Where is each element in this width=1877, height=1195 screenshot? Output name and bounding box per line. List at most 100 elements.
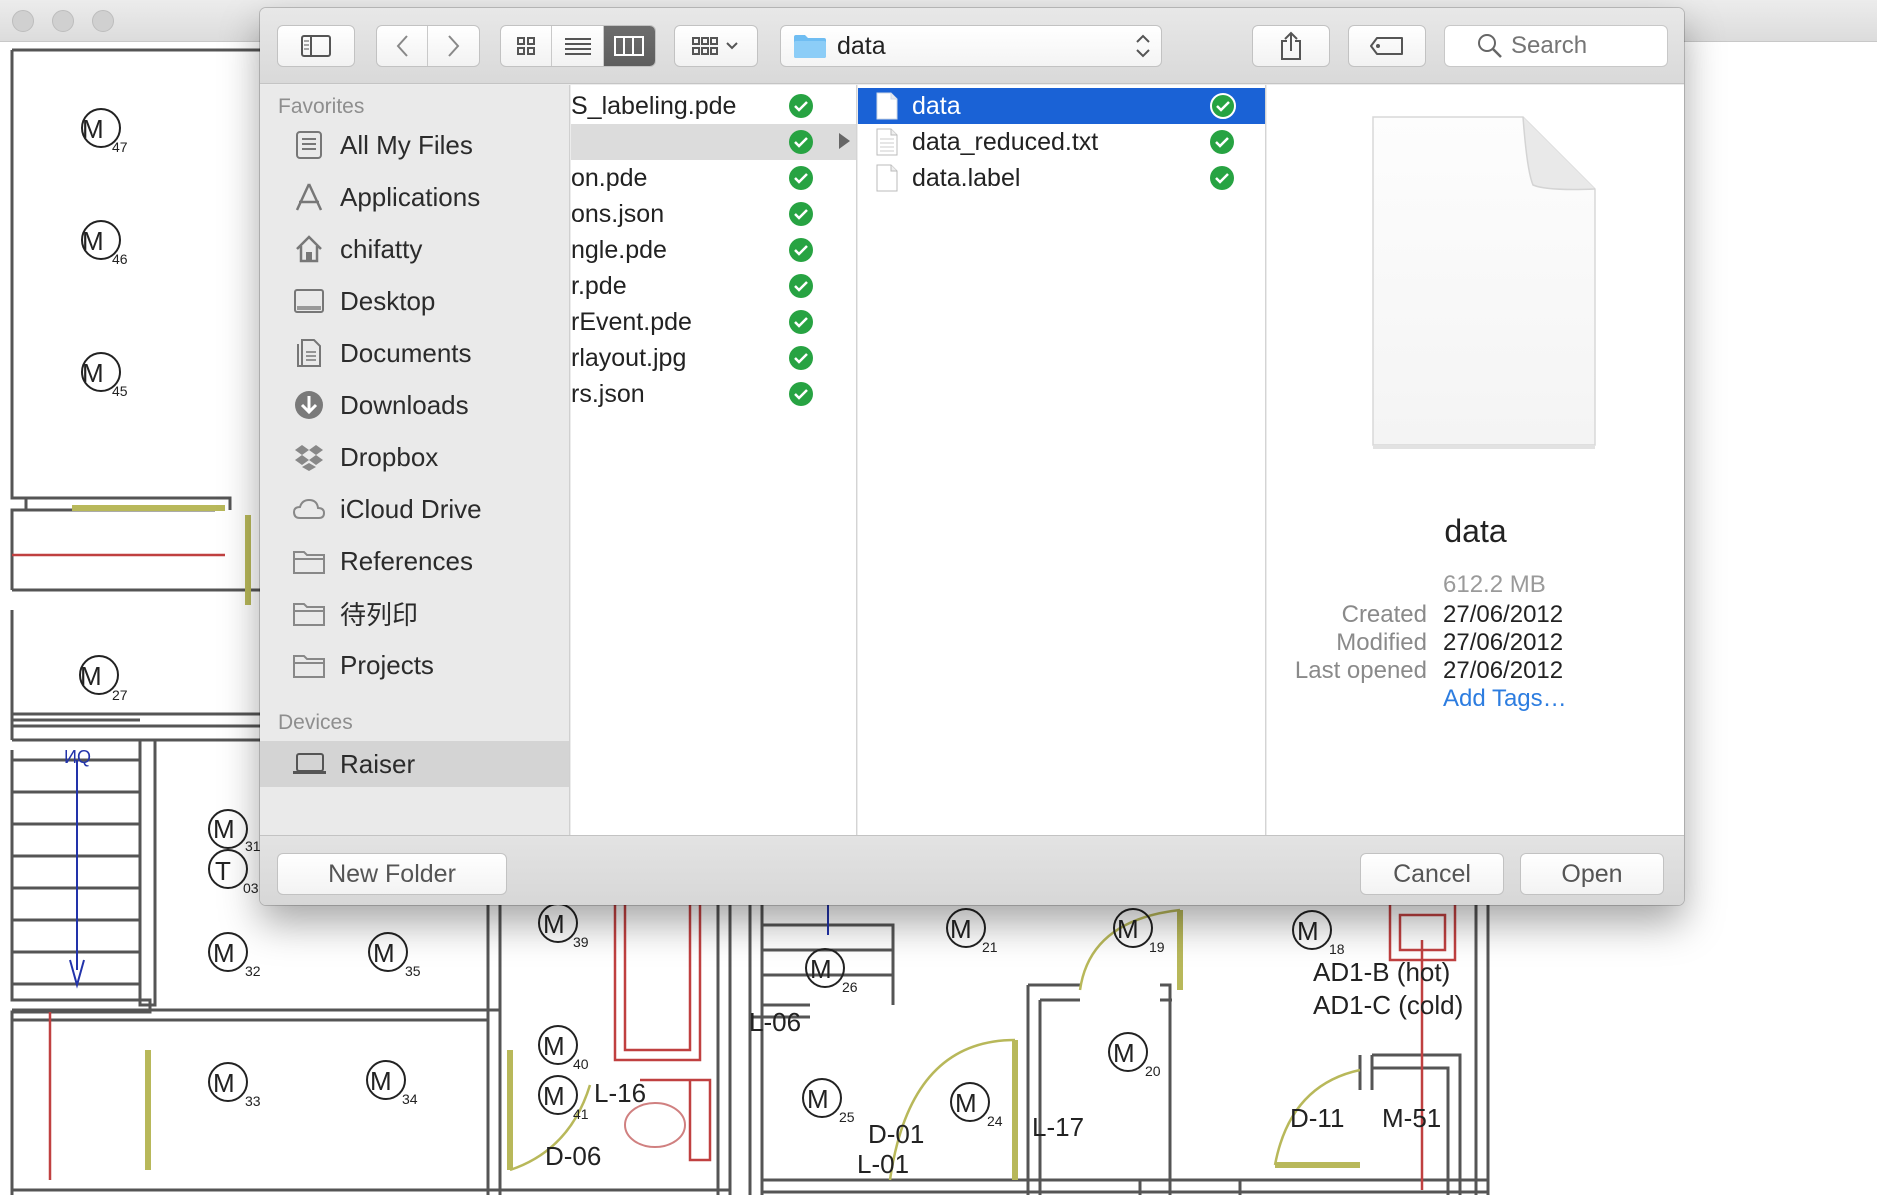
browser-column-parent: S_labeling.pde on.pde ons.json ngle.pde … bbox=[571, 85, 857, 835]
sidebar-item-desktop[interactable]: Desktop bbox=[260, 275, 569, 327]
back-forward-control bbox=[376, 25, 480, 67]
chevron-right-icon bbox=[447, 35, 459, 57]
sidebar-item-projects[interactable]: Projects bbox=[260, 639, 569, 691]
sync-check-icon bbox=[1210, 166, 1234, 190]
sidebar-item-all-my-files[interactable]: All My Files bbox=[260, 119, 569, 171]
svg-text:M: M bbox=[213, 1068, 235, 1098]
svg-text:26: 26 bbox=[842, 979, 858, 995]
svg-text:03: 03 bbox=[243, 880, 259, 896]
svg-text:M: M bbox=[1297, 916, 1319, 946]
svg-text:41: 41 bbox=[573, 1106, 589, 1122]
sidebar-item-label: Raiser bbox=[340, 748, 416, 779]
path-popup-button[interactable]: data bbox=[780, 25, 1162, 67]
svg-text:M: M bbox=[373, 938, 395, 968]
list-item[interactable]: rs.json bbox=[571, 376, 856, 412]
folder-icon bbox=[292, 544, 326, 578]
document-icon bbox=[876, 164, 898, 192]
list-item[interactable]: rlayout.jpg bbox=[571, 340, 856, 376]
search-input[interactable] bbox=[1511, 32, 1661, 60]
tag-icon bbox=[1370, 37, 1403, 55]
folder-icon bbox=[292, 596, 326, 630]
downloads-icon bbox=[292, 388, 326, 422]
document-preview-icon bbox=[1372, 116, 1596, 449]
sync-check-icon bbox=[789, 166, 813, 190]
room-label: M-51 bbox=[1382, 1103, 1441, 1133]
tags-button[interactable] bbox=[1348, 25, 1426, 67]
svg-text:40: 40 bbox=[573, 1056, 589, 1072]
svg-text:M: M bbox=[213, 814, 235, 844]
arrange-button[interactable] bbox=[674, 25, 758, 67]
sidebar-item-print-queue[interactable]: 待列印 bbox=[260, 587, 569, 639]
created-label: Created bbox=[1341, 601, 1427, 628]
minimize-button[interactable] bbox=[52, 10, 74, 32]
share-button[interactable] bbox=[1252, 25, 1330, 67]
list-item[interactable]: r.pde bbox=[571, 268, 856, 304]
preview-pane: data 612.2 MB Created 27/06/2012 Modifie… bbox=[1267, 85, 1684, 835]
modified-label: Modified bbox=[1336, 629, 1427, 656]
sidebar-item-applications[interactable]: Applications bbox=[260, 171, 569, 223]
sidebar-toggle-button[interactable] bbox=[277, 25, 355, 67]
close-button[interactable] bbox=[12, 10, 34, 32]
disclosure-triangle-icon bbox=[839, 133, 850, 149]
sync-check-icon bbox=[789, 310, 813, 334]
svg-text:ИQ: ИQ bbox=[64, 747, 91, 767]
sidebar-item-label: iCloud Drive bbox=[340, 493, 482, 524]
list-item[interactable]: data.label bbox=[858, 160, 1265, 196]
back-button[interactable] bbox=[377, 26, 429, 66]
sidebar-item-references[interactable]: References bbox=[260, 535, 569, 587]
folder-icon bbox=[292, 648, 326, 682]
add-tags-link[interactable]: Add Tags… bbox=[1443, 685, 1567, 713]
sidebar-section-devices: Devices bbox=[278, 711, 353, 734]
laptop-icon bbox=[292, 747, 326, 781]
cancel-button[interactable]: Cancel bbox=[1360, 853, 1504, 895]
room-label: AD1-C (cold) bbox=[1313, 990, 1463, 1020]
open-button[interactable]: Open bbox=[1520, 853, 1664, 895]
sidebar-item-icloud-drive[interactable]: iCloud Drive bbox=[260, 483, 569, 535]
forward-button[interactable] bbox=[428, 26, 479, 66]
svg-text:31: 31 bbox=[245, 838, 261, 854]
svg-text:19: 19 bbox=[1149, 939, 1165, 955]
zoom-button[interactable] bbox=[92, 10, 114, 32]
path-popup-label: data bbox=[837, 31, 886, 60]
sync-check-icon bbox=[789, 238, 813, 262]
chevron-left-icon bbox=[396, 35, 408, 57]
sidebar-item-chifatty[interactable]: chifatty bbox=[260, 223, 569, 275]
last-opened-label: Last opened bbox=[1294, 657, 1427, 684]
search-field[interactable] bbox=[1444, 25, 1668, 67]
column-view-button[interactable] bbox=[603, 26, 655, 66]
room-label: D-01 bbox=[868, 1119, 924, 1149]
svg-text:21: 21 bbox=[982, 939, 998, 955]
svg-text:M: M bbox=[543, 909, 565, 939]
sidebar-item-downloads[interactable]: Downloads bbox=[260, 379, 569, 431]
list-item[interactable]: ngle.pde bbox=[571, 232, 856, 268]
list-view-button[interactable] bbox=[552, 26, 604, 66]
new-folder-button[interactable]: New Folder bbox=[277, 853, 507, 895]
desktop-icon bbox=[292, 284, 326, 318]
list-item[interactable]: data_reduced.txt bbox=[858, 124, 1265, 160]
room-label: L-17 bbox=[1032, 1112, 1084, 1142]
icloud-icon bbox=[292, 492, 326, 526]
dialog-toolbar: data bbox=[260, 8, 1684, 84]
sync-check-icon bbox=[789, 202, 813, 226]
folder-icon bbox=[794, 35, 826, 58]
sidebar-item-dropbox[interactable]: Dropbox bbox=[260, 431, 569, 483]
open-file-dialog: data Favorites All My Files Applications… bbox=[260, 8, 1684, 905]
list-item[interactable]: on.pde bbox=[571, 160, 856, 196]
sidebar-item-label: References bbox=[340, 545, 473, 576]
list-item[interactable]: rEvent.pde bbox=[571, 304, 856, 340]
list-item[interactable]: S_labeling.pde bbox=[571, 88, 856, 124]
document-icon bbox=[876, 92, 898, 120]
svg-text:39: 39 bbox=[573, 934, 589, 950]
sync-check-icon bbox=[789, 130, 813, 154]
list-item-selected-folder[interactable] bbox=[571, 124, 856, 160]
sidebar-item-label: Dropbox bbox=[340, 441, 439, 472]
list-item[interactable]: ons.json bbox=[571, 196, 856, 232]
list-item-selected-file[interactable]: data bbox=[858, 88, 1265, 124]
sidebar-item-raiser[interactable]: Raiser bbox=[260, 741, 569, 787]
browser-column-data: data data_reduced.txt data.label bbox=[858, 85, 1266, 835]
columns-icon bbox=[614, 36, 645, 56]
svg-text:M: M bbox=[1117, 914, 1139, 944]
last-opened-value: 27/06/2012 bbox=[1443, 657, 1564, 684]
icon-view-button[interactable] bbox=[501, 26, 553, 66]
sidebar-item-documents[interactable]: Documents bbox=[260, 327, 569, 379]
